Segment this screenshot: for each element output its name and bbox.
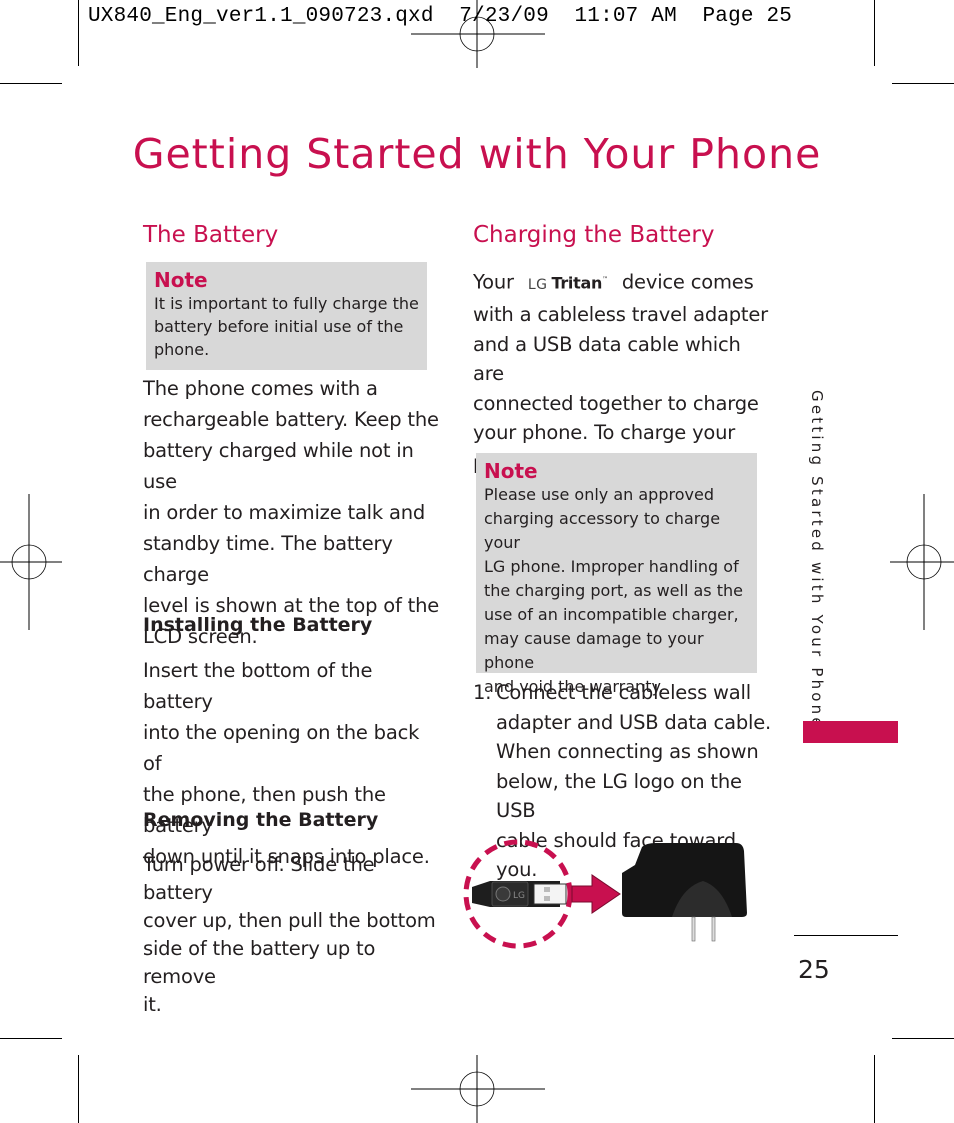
registration-mark-left: [0, 494, 62, 630]
side-tab-marker: [803, 721, 898, 743]
text-line: cover up, then pull the bottom: [143, 909, 436, 932]
usb-cable-plug-icon: LG: [463, 839, 573, 949]
registration-mark-right: [890, 494, 954, 630]
note-box-battery: Note It is important to fully charge the…: [146, 262, 427, 370]
crop-mark: [78, 0, 79, 66]
text-line: side of the battery up to remove: [143, 937, 376, 988]
crop-mark: [0, 83, 62, 84]
note-line: battery before initial use of the: [154, 317, 404, 336]
note-body: Please use only an approved charging acc…: [484, 483, 749, 699]
note-body: It is important to fully charge the batt…: [154, 292, 419, 361]
text-line: adapter and USB data cable.: [496, 710, 772, 734]
charging-intro-paragraph: Your LG Tritan™ device comes with a cable…: [473, 265, 773, 477]
page-number: 25: [798, 955, 830, 984]
text-line: in order to maximize talk and: [143, 501, 426, 524]
note-line: LG phone. Improper handling of: [484, 557, 739, 576]
trademark-symbol: ™: [602, 276, 608, 283]
note-line: the charging port, as well as the: [484, 581, 743, 600]
tritan-logo: Tritan: [551, 273, 603, 293]
installing-paragraph: Insert the bottom of the battery into th…: [143, 655, 443, 872]
wall-adapter-icon: [622, 843, 747, 942]
crop-mark: [892, 83, 954, 84]
text-line: standby time. The battery charge: [143, 532, 393, 586]
registration-mark-bottom: [411, 1055, 545, 1123]
text-line: rechargeable battery. Keep the: [143, 408, 439, 431]
lg-logo: LG: [527, 276, 548, 293]
text-line: The phone comes with a: [143, 377, 378, 400]
step-number: 1.: [473, 681, 492, 704]
crop-mark: [0, 1038, 62, 1039]
subheading-installing-battery: Installing the Battery: [143, 614, 373, 636]
note-line: may cause damage to your phone: [484, 629, 704, 672]
usb-lg-logo: LG: [513, 891, 525, 901]
text-line: below, the LG logo on the USB: [496, 769, 742, 823]
text-line: and a USB data cable which are: [473, 332, 741, 386]
text-line: connected together to charge: [473, 391, 759, 415]
text-line: with a cableless travel adapter: [473, 303, 768, 326]
side-tab-label: Getting Started with Your Phone: [808, 390, 826, 730]
note-line: It is important to fully charge the: [154, 294, 419, 313]
section-heading-battery: The Battery: [143, 222, 279, 248]
section-heading-charging: Charging the Battery: [473, 222, 715, 248]
note-line: Please use only an approved: [484, 485, 714, 504]
text-line: battery charged while not in use: [143, 439, 414, 493]
note-line: charging accessory to charge your: [484, 509, 721, 552]
crop-mark: [892, 1038, 954, 1039]
text-line: Your LG Tritan™ device comes: [473, 265, 773, 300]
page-title: Getting Started with Your Phone: [132, 130, 822, 178]
print-slug: UX840_Eng_ver1.1_090723.qxd 7/23/09 11:0…: [88, 5, 793, 28]
text-line: Insert the bottom of the battery: [143, 659, 373, 713]
removing-paragraph: Turn power off. Slide the battery cover …: [143, 851, 443, 1019]
text-line: your phone. To charge your: [473, 421, 736, 444]
text-line: it.: [143, 993, 162, 1016]
lg-tritan-logo: LG Tritan™: [520, 265, 616, 300]
note-box-charging: Note Please use only an approved chargin…: [476, 453, 757, 696]
text-line: into the opening on the back of: [143, 721, 420, 775]
text-line: When connecting as shown: [496, 740, 759, 763]
subheading-removing-battery: Removing the Battery: [143, 809, 379, 831]
note-line: use of an incompatible charger,: [484, 605, 739, 624]
crop-mark: [874, 0, 875, 66]
charger-illustration: LG: [463, 839, 747, 949]
crop-mark: [874, 1055, 875, 1123]
note-title: Note: [154, 268, 208, 292]
intro-prefix: Your: [473, 270, 514, 294]
text-line: Connect the cableless wall: [496, 681, 751, 704]
note-line: phone.: [154, 340, 210, 359]
intro-suffix: device comes: [621, 270, 754, 294]
text-line: Turn power off. Slide the battery: [143, 853, 375, 904]
page-number-rule: [794, 935, 898, 936]
crop-mark: [78, 1055, 79, 1123]
battery-intro-paragraph: The phone comes with a rechargeable batt…: [143, 373, 443, 652]
note-title: Note: [484, 459, 538, 483]
arrow-right-icon: [571, 874, 621, 914]
